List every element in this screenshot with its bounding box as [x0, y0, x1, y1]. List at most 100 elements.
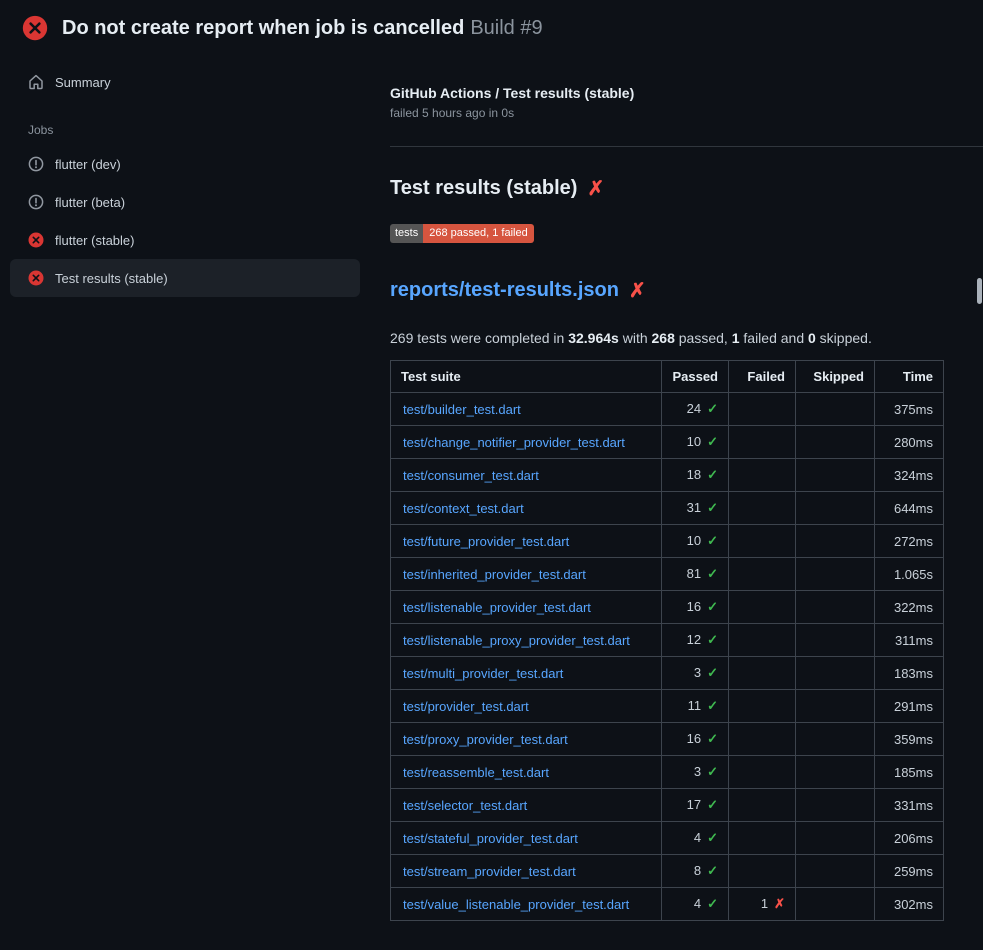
- cell-suite: test/consumer_test.dart: [391, 459, 662, 492]
- cell-time: 259ms: [875, 855, 944, 888]
- suite-link[interactable]: test/value_listenable_provider_test.dart: [403, 897, 629, 912]
- passed-count: 4: [694, 830, 701, 845]
- cell-passed: 3✓: [662, 657, 729, 690]
- suite-link[interactable]: test/builder_test.dart: [403, 402, 521, 417]
- jobs-list: flutter (dev) flutter (beta): [10, 145, 360, 297]
- cell-passed: 4✓: [662, 822, 729, 855]
- passed-count: 18: [687, 467, 701, 482]
- jobs-section-label: Jobs: [10, 101, 360, 145]
- cell-suite: test/builder_test.dart: [391, 393, 662, 426]
- suite-link[interactable]: test/proxy_provider_test.dart: [403, 732, 568, 747]
- cell-suite: test/context_test.dart: [391, 492, 662, 525]
- failed-x-icon: ✗: [629, 281, 646, 301]
- cell-passed: 3✓: [662, 756, 729, 789]
- cell-time: 331ms: [875, 789, 944, 822]
- passed-count: 3: [694, 764, 701, 779]
- sidebar-job-item-1[interactable]: flutter (beta): [10, 183, 360, 221]
- cell-failed: [729, 492, 796, 525]
- cell-skipped: [796, 426, 875, 459]
- cell-time: 1.065s: [875, 558, 944, 591]
- suite-link[interactable]: test/future_provider_test.dart: [403, 534, 569, 549]
- scrollbar-thumb[interactable]: [977, 278, 982, 304]
- cell-time: 644ms: [875, 492, 944, 525]
- suite-link[interactable]: test/listenable_provider_test.dart: [403, 600, 591, 615]
- cell-failed: [729, 756, 796, 789]
- cell-suite: test/inherited_provider_test.dart: [391, 558, 662, 591]
- cell-failed: [729, 657, 796, 690]
- suite-link[interactable]: test/change_notifier_provider_test.dart: [403, 435, 625, 450]
- section-title: Test results (stable) ✗: [390, 177, 983, 200]
- cell-failed: [729, 426, 796, 459]
- cell-passed: 10✓: [662, 426, 729, 459]
- cell-suite: test/provider_test.dart: [391, 690, 662, 723]
- failed-count: 1: [761, 896, 768, 911]
- cell-skipped: [796, 624, 875, 657]
- cell-failed: [729, 690, 796, 723]
- cell-suite: test/future_provider_test.dart: [391, 525, 662, 558]
- passed-count: 17: [687, 797, 701, 812]
- suite-link[interactable]: test/stateful_provider_test.dart: [403, 831, 578, 846]
- suite-link[interactable]: test/reassemble_test.dart: [403, 765, 549, 780]
- summary-failed: 1: [732, 330, 740, 346]
- cell-time: 375ms: [875, 393, 944, 426]
- cell-skipped: [796, 789, 875, 822]
- cell-skipped: [796, 690, 875, 723]
- suite-link[interactable]: test/inherited_provider_test.dart: [403, 567, 586, 582]
- col-header-passed: Passed: [662, 361, 729, 393]
- sidebar-job-item-0[interactable]: flutter (dev): [10, 145, 360, 183]
- table-row: test/consumer_test.dart 18✓ 324ms: [391, 459, 944, 492]
- cell-passed: 31✓: [662, 492, 729, 525]
- passed-count: 3: [694, 665, 701, 680]
- suite-link[interactable]: test/consumer_test.dart: [403, 468, 539, 483]
- test-results-table: Test suite Passed Failed Skipped Time te…: [390, 360, 944, 921]
- sidebar-item-summary[interactable]: Summary: [10, 63, 360, 101]
- cell-suite: test/listenable_proxy_provider_test.dart: [391, 624, 662, 657]
- check-icon: ✓: [707, 863, 718, 878]
- cell-time: 206ms: [875, 822, 944, 855]
- suite-link[interactable]: test/listenable_proxy_provider_test.dart: [403, 633, 630, 648]
- suite-link[interactable]: test/stream_provider_test.dart: [403, 864, 576, 879]
- cell-suite: test/reassemble_test.dart: [391, 756, 662, 789]
- summary-passed: 268: [652, 330, 675, 346]
- job-status-icon: [28, 232, 44, 248]
- cell-passed: 24✓: [662, 393, 729, 426]
- cell-failed: [729, 558, 796, 591]
- cell-time: 185ms: [875, 756, 944, 789]
- sidebar-job-item-2[interactable]: flutter (stable): [10, 221, 360, 259]
- check-icon: ✓: [707, 797, 718, 812]
- report-link[interactable]: reports/test-results.json: [390, 279, 619, 302]
- check-icon: ✓: [707, 566, 718, 581]
- cell-time: 291ms: [875, 690, 944, 723]
- suite-link[interactable]: test/context_test.dart: [403, 501, 524, 516]
- job-label: flutter (beta): [55, 195, 125, 210]
- suite-link[interactable]: test/multi_provider_test.dart: [403, 666, 563, 681]
- main-content: GitHub Actions / Test results (stable) f…: [368, 51, 983, 921]
- suite-link[interactable]: test/selector_test.dart: [403, 798, 527, 813]
- failed-x-icon: ✗: [587, 179, 604, 199]
- passed-count: 81: [687, 566, 701, 581]
- summary-p5: skipped.: [816, 330, 872, 346]
- summary-skipped: 0: [808, 330, 816, 346]
- job-label: flutter (stable): [55, 233, 134, 248]
- run-meta: failed 5 hours ago in 0s: [390, 106, 983, 120]
- table-row: test/builder_test.dart 24✓ 375ms: [391, 393, 944, 426]
- table-row: test/listenable_provider_test.dart 16✓ 3…: [391, 591, 944, 624]
- cell-failed: [729, 459, 796, 492]
- summary-p2: with: [619, 330, 652, 346]
- passed-count: 24: [687, 401, 701, 416]
- cell-suite: test/multi_provider_test.dart: [391, 657, 662, 690]
- sidebar: Summary Jobs flutter (dev): [0, 51, 368, 297]
- job-label: flutter (dev): [55, 157, 121, 172]
- cross-icon: ✗: [774, 896, 785, 911]
- check-icon: ✓: [707, 632, 718, 647]
- cell-suite: test/listenable_provider_test.dart: [391, 591, 662, 624]
- sidebar-job-item-3[interactable]: Test results (stable): [10, 259, 360, 297]
- table-row: test/stream_provider_test.dart 8✓ 259ms: [391, 855, 944, 888]
- cell-passed: 81 ✓: [662, 558, 729, 591]
- report-title: reports/test-results.json ✗: [390, 279, 983, 302]
- cell-suite: test/value_listenable_provider_test.dart: [391, 888, 662, 921]
- suite-link[interactable]: test/provider_test.dart: [403, 699, 529, 714]
- cell-time: 272ms: [875, 525, 944, 558]
- col-header-skipped: Skipped: [796, 361, 875, 393]
- cell-failed: [729, 723, 796, 756]
